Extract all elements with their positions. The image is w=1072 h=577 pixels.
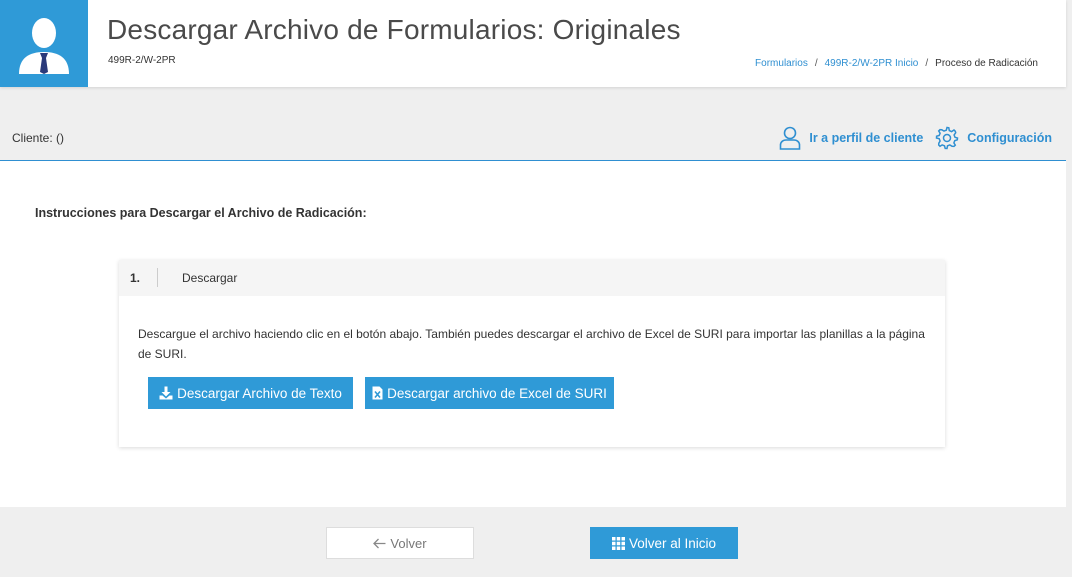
- profile-link[interactable]: Ir a perfil de cliente: [779, 126, 923, 150]
- download-text-label: Descargar Archivo de Texto: [177, 385, 342, 401]
- breadcrumb-separator: /: [925, 58, 929, 69]
- breadcrumb-inicio[interactable]: 499R-2/W-2PR Inicio: [825, 58, 919, 69]
- settings-link-label: Configuración: [967, 131, 1052, 145]
- profile-link-label: Ir a perfil de cliente: [809, 131, 924, 145]
- user-outline-icon: [780, 126, 801, 150]
- step-description: Descargue el archivo haciendo clic en el…: [138, 327, 925, 361]
- download-excel-button[interactable]: Descargar archivo de Excel de SURI: [365, 377, 614, 409]
- home-button[interactable]: Volver al Inicio: [590, 527, 738, 559]
- settings-link[interactable]: Configuración: [935, 126, 1052, 150]
- breadcrumb-separator: /: [814, 58, 818, 69]
- page-title: Descargar Archivo de Formularios: Origin…: [107, 14, 681, 45]
- step-divider: [157, 268, 158, 287]
- grid-icon: [611, 536, 625, 550]
- step-number: 1.: [130, 271, 141, 285]
- user-avatar-icon: [19, 18, 69, 74]
- main-content: Instrucciones para Descargar el Archivo …: [0, 161, 1066, 507]
- client-bar: Cliente: () Ir a perfil de cliente Confi…: [0, 114, 1066, 161]
- back-button[interactable]: Volver: [326, 527, 474, 559]
- download-excel-label: Descargar archivo de Excel de SURI: [387, 385, 607, 401]
- breadcrumb: Formularios / 499R-2/W-2PR Inicio / Proc…: [755, 58, 1038, 69]
- back-button-label: Volver: [390, 535, 427, 551]
- instructions-title: Instrucciones para Descargar el Archivo …: [35, 206, 367, 220]
- page-subtitle: 499R-2/W-2PR: [108, 55, 176, 66]
- page-header: Descargar Archivo de Formularios: Origin…: [0, 0, 1066, 87]
- arrow-left-icon: [373, 538, 386, 548]
- step-card: 1. Descargar Descargue el archivo hacien…: [119, 260, 945, 447]
- breadcrumb-current: Proceso de Radicación: [935, 58, 1038, 69]
- download-icon: [159, 386, 173, 400]
- client-actions: Ir a perfil de cliente Configuración: [779, 126, 1052, 150]
- download-text-button[interactable]: Descargar Archivo de Texto: [148, 377, 353, 409]
- step-name: Descargar: [182, 271, 238, 285]
- avatar: [0, 0, 88, 87]
- gear-icon: [935, 126, 959, 150]
- excel-file-icon: [372, 386, 383, 400]
- breadcrumb-formularios[interactable]: Formularios: [755, 58, 808, 69]
- client-label: Cliente: (): [12, 131, 65, 145]
- step-header: 1. Descargar: [119, 260, 945, 296]
- home-button-label: Volver al Inicio: [628, 535, 717, 551]
